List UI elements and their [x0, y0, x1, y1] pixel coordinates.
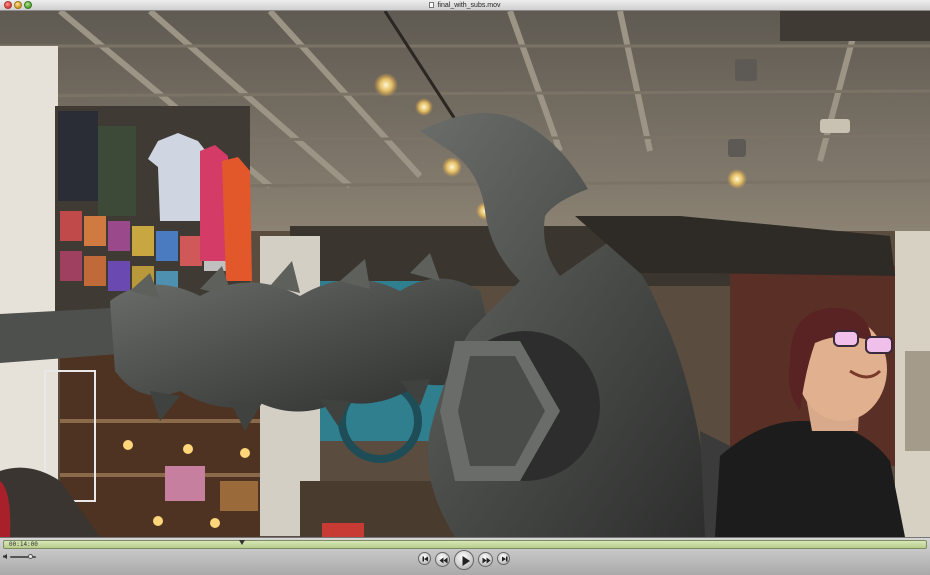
- play-button[interactable]: [454, 550, 474, 570]
- volume-knob[interactable]: [28, 554, 33, 559]
- play-icon: [462, 556, 470, 566]
- skip-forward-button[interactable]: [497, 552, 510, 565]
- playhead[interactable]: [239, 540, 245, 545]
- rewind-icon: [439, 557, 448, 564]
- current-timecode: 00:14:00: [9, 541, 38, 548]
- window-title: final_with_subs.mov: [437, 2, 501, 9]
- rewind-button[interactable]: [435, 552, 450, 567]
- skip-back-button[interactable]: [418, 552, 431, 565]
- video-scene: [0, 11, 930, 537]
- quicktime-window: final_with_subs.mov 00:14:00: [0, 0, 930, 575]
- speaker-icon: [3, 554, 7, 559]
- fast-forward-button[interactable]: [478, 552, 493, 567]
- title-bar[interactable]: final_with_subs.mov: [0, 0, 930, 11]
- timeline-scrubber[interactable]: 00:14:00: [3, 540, 927, 549]
- fast-forward-icon: [482, 557, 491, 564]
- skip-to-start-icon: [422, 556, 428, 562]
- document-icon: [429, 2, 435, 8]
- skip-to-end-icon: [502, 556, 508, 562]
- window-title-area: final_with_subs.mov: [0, 0, 930, 11]
- player-controls: 00:14:00: [0, 537, 930, 575]
- video-frame[interactable]: [0, 11, 930, 537]
- volume-control[interactable]: [3, 554, 37, 560]
